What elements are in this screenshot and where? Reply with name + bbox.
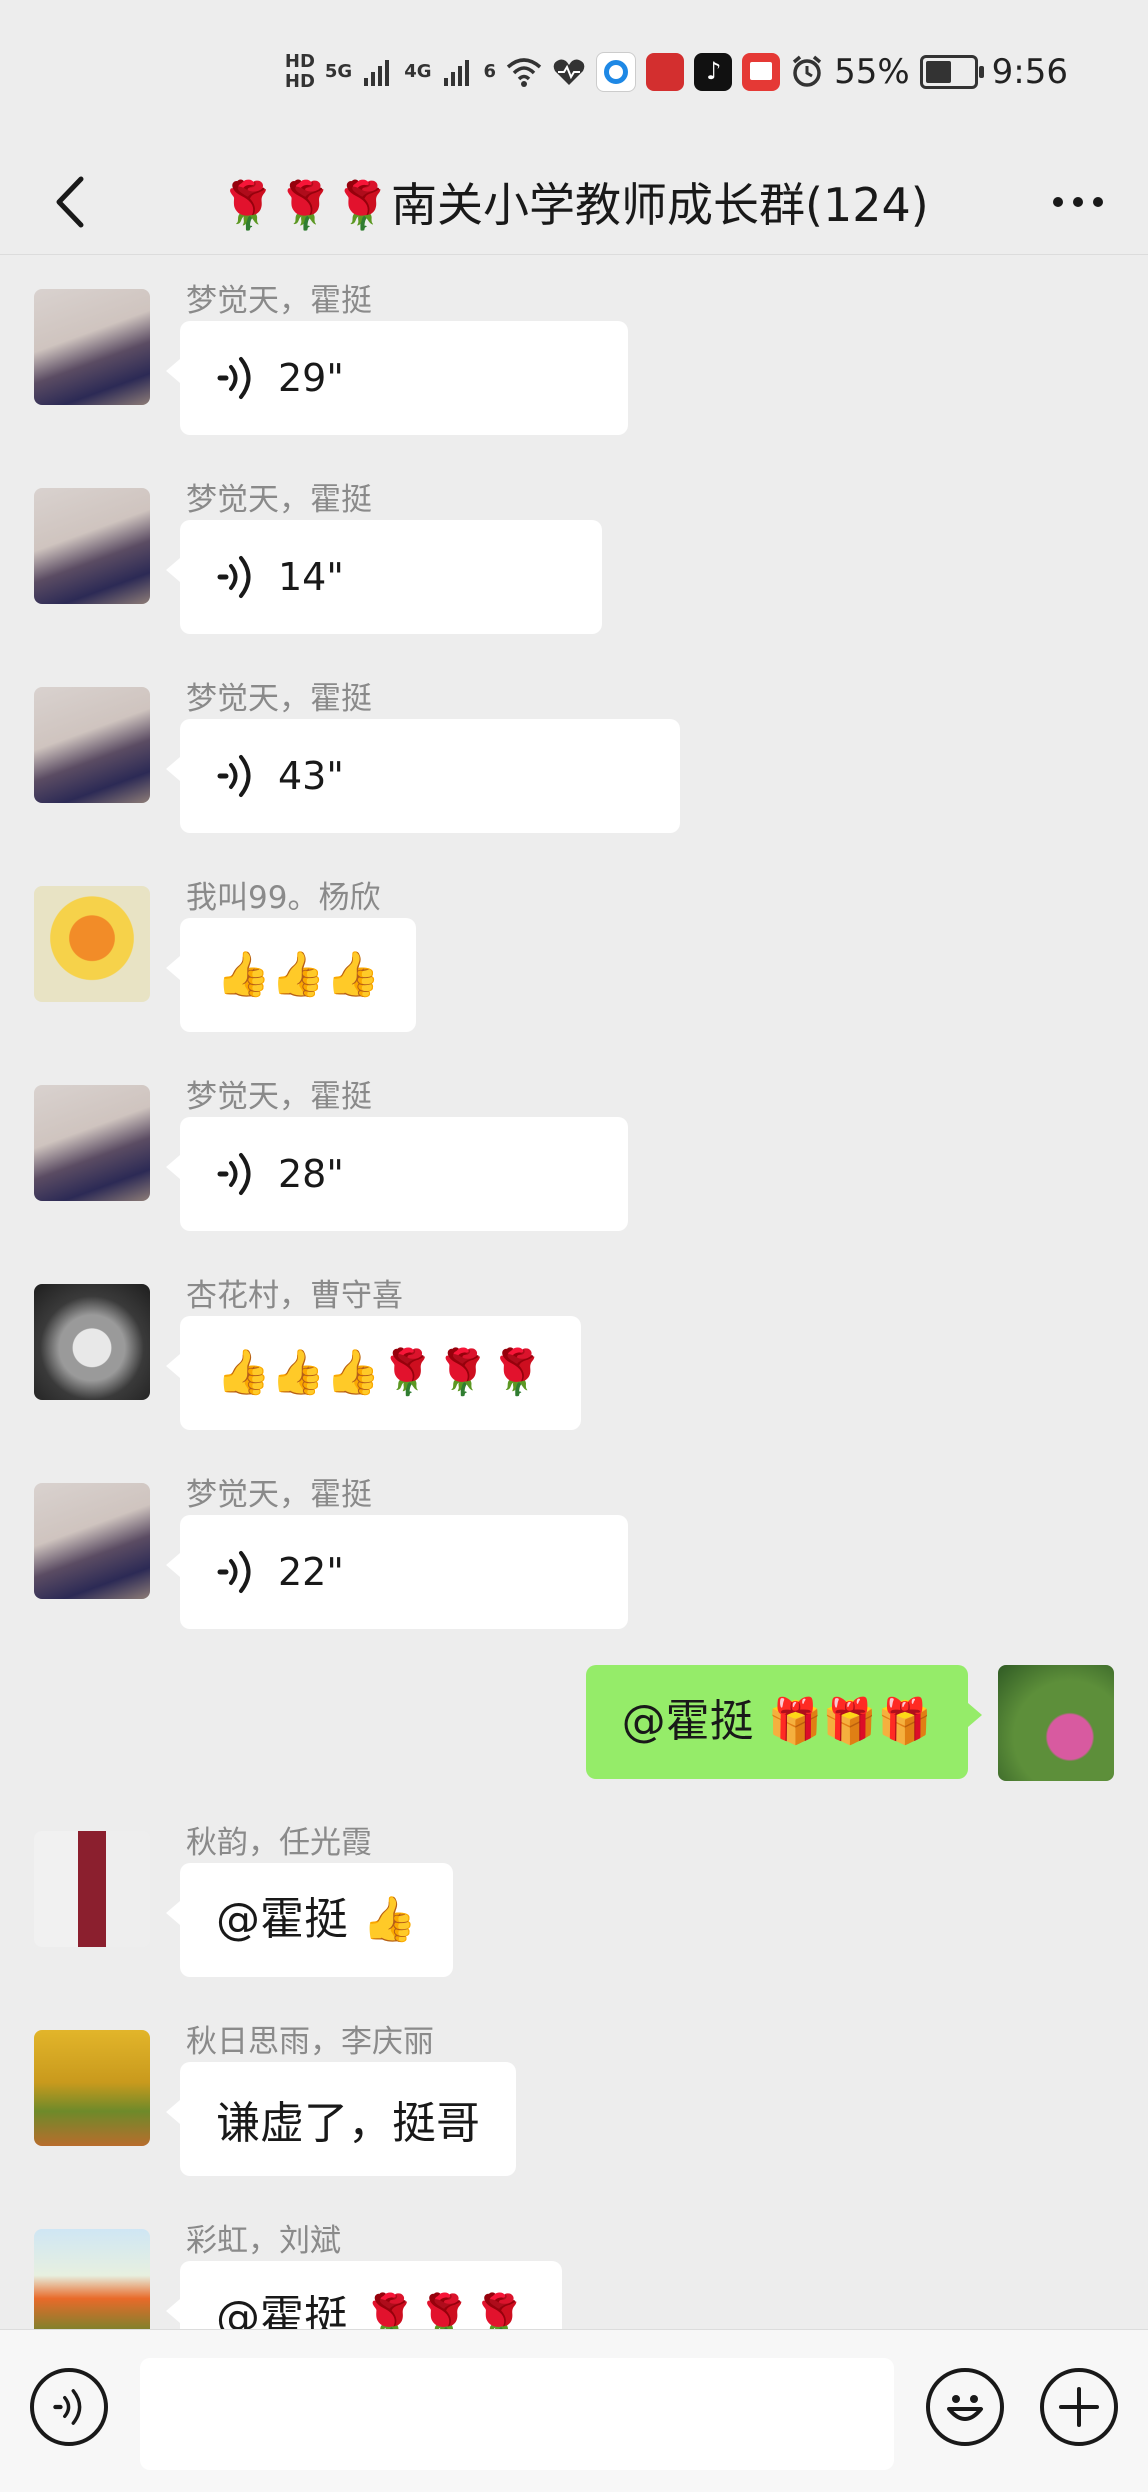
network-label-5g: 5G xyxy=(324,61,353,82)
avatar[interactable] xyxy=(998,1665,1114,1781)
message-text: @霍挺 👍 xyxy=(216,1894,417,1945)
signal-icon xyxy=(364,60,390,86)
avatar[interactable] xyxy=(34,886,150,1002)
voice-message-bubble[interactable]: 43" xyxy=(166,719,680,833)
input-bar xyxy=(0,2329,1148,2492)
voice-icon xyxy=(217,556,251,598)
plus-icon xyxy=(1059,2387,1099,2427)
sender-name: 梦觉天，霍挺 xyxy=(186,681,372,717)
message-text: 👍👍👍🌹🌹🌹 xyxy=(216,1347,545,1398)
voice-message-bubble[interactable]: 28" xyxy=(166,1117,628,1231)
more-icon xyxy=(1093,197,1103,207)
back-button[interactable] xyxy=(30,162,110,242)
avatar[interactable] xyxy=(34,488,150,604)
message-list[interactable]: 梦觉天，霍挺 29" 梦觉天，霍挺 14" 梦觉天，霍挺 43" 我叫99。杨欣… xyxy=(0,255,1148,2330)
voice-message-bubble[interactable]: 14" xyxy=(166,520,602,634)
avatar[interactable] xyxy=(34,2229,150,2330)
sender-name: 梦觉天，霍挺 xyxy=(186,1477,372,1513)
plus-button[interactable] xyxy=(1040,2368,1118,2446)
voice-input-button[interactable] xyxy=(30,2368,108,2446)
book-icon xyxy=(742,53,781,91)
signal-icon xyxy=(443,60,469,86)
chevron-left-icon xyxy=(56,176,84,228)
message-text: 👍👍👍 xyxy=(216,949,381,1000)
emoji-icon xyxy=(947,2395,983,2421)
hd-indicator: HD HD xyxy=(284,51,315,92)
app-icon xyxy=(646,53,685,91)
voice-duration: 14" xyxy=(278,555,344,599)
group-title: 🌹🌹🌹南关小学教师成长群(124) xyxy=(219,178,929,232)
voice-duration: 29" xyxy=(278,356,344,400)
avatar[interactable] xyxy=(34,1483,150,1599)
avatar[interactable] xyxy=(34,289,150,405)
alarm-icon xyxy=(792,55,822,87)
browser-icon xyxy=(596,52,637,92)
message-text: 谦虚了，挺哥 xyxy=(216,2098,480,2149)
more-icon xyxy=(1053,197,1063,207)
health-icon xyxy=(553,59,585,85)
avatar[interactable] xyxy=(34,687,150,803)
network-label-4g: 4G xyxy=(404,61,432,82)
text-message-bubble[interactable]: 谦虚了，挺哥 xyxy=(166,2062,516,2176)
voice-duration: 22" xyxy=(278,1550,344,1594)
battery-level-fill xyxy=(925,61,951,83)
text-message-bubble[interactable]: @霍挺 🎁🎁🎁 xyxy=(585,1665,983,1779)
voice-icon xyxy=(217,1551,251,1593)
text-message-bubble[interactable]: 👍👍👍 xyxy=(165,918,417,1032)
text-message-bubble[interactable]: 👍👍👍🌹🌹🌹 xyxy=(166,1316,581,1430)
voice-icon xyxy=(217,1153,251,1195)
avatar[interactable] xyxy=(34,2030,150,2146)
tiktok-icon: ♪ xyxy=(694,53,733,91)
sender-name: 我叫99。杨欣 xyxy=(186,880,381,916)
wifi-icon xyxy=(506,58,542,87)
avatar[interactable] xyxy=(34,1284,150,1400)
voice-icon xyxy=(217,357,251,399)
sender-name: 杏花村，曹守喜 xyxy=(186,1278,403,1314)
battery-percent: 55% xyxy=(834,52,910,92)
status-bar: HD HD 5G 4G 6 ♪ 55% 9:56 xyxy=(0,0,1148,150)
sender-name: 秋韵，任光霞 xyxy=(186,1825,372,1861)
message-text: @霍挺 🎁🎁🎁 xyxy=(621,1696,932,1747)
sender-name: 梦觉天，霍挺 xyxy=(186,1079,372,1115)
clock-time: 9:56 xyxy=(991,52,1068,92)
more-button[interactable] xyxy=(1038,162,1118,242)
text-message-bubble[interactable]: @霍挺 👍 xyxy=(166,1863,453,1977)
voice-icon xyxy=(217,755,251,797)
voice-message-bubble[interactable]: 29" xyxy=(166,321,628,435)
voice-duration: 43" xyxy=(278,754,344,798)
sender-name: 秋日思雨，李庆丽 xyxy=(186,2024,434,2060)
battery-icon xyxy=(919,55,984,89)
avatar[interactable] xyxy=(34,1831,150,1947)
sender-name: 彩虹，刘斌 xyxy=(186,2223,341,2259)
message-input[interactable] xyxy=(140,2358,894,2470)
chat-header: 🌹🌹🌹南关小学教师成长群(124) xyxy=(0,150,1148,255)
voice-duration: 28" xyxy=(278,1152,344,1196)
more-icon xyxy=(1073,197,1083,207)
wifi-label: 6 xyxy=(483,61,497,82)
emoji-button[interactable] xyxy=(926,2368,1004,2446)
text-message-bubble[interactable]: @霍挺 🌹🌹🌹 xyxy=(165,2261,563,2331)
sender-name: 梦觉天，霍挺 xyxy=(186,482,372,518)
avatar[interactable] xyxy=(34,1085,150,1201)
sender-name: 梦觉天，霍挺 xyxy=(186,283,372,319)
voice-input-icon xyxy=(53,2389,82,2425)
voice-message-bubble[interactable]: 22" xyxy=(166,1515,628,1629)
message-text: @霍挺 🌹🌹🌹 xyxy=(216,2292,527,2331)
